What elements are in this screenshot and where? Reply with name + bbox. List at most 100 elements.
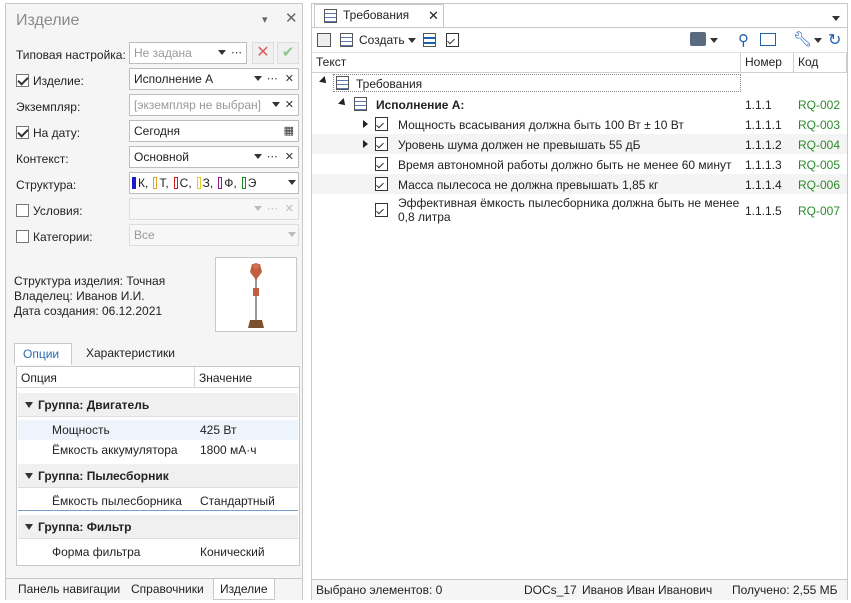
table-row[interactable]: Масса пылесоса не должна превышать 1,85 …	[312, 174, 847, 194]
edit-icon[interactable]	[317, 33, 331, 47]
received-size: Получено: 2,55 МБ	[732, 583, 838, 597]
product-thumbnail	[215, 257, 297, 332]
tab-product[interactable]: Изделие	[213, 579, 275, 600]
col-text[interactable]: Текст	[312, 53, 741, 73]
expand-icon	[363, 140, 368, 148]
requirements-panel: Требования ✕ Создать ⚲ 🔧︎ ↻ Текст Номер …	[311, 3, 848, 600]
table-row[interactable]: Время автономной работы должно быть не м…	[312, 154, 847, 174]
structure-tag-marker	[241, 177, 246, 189]
refresh-icon[interactable]: ↻	[828, 30, 841, 50]
group-row[interactable]: Группа: Пылесборник	[18, 464, 298, 488]
tab-references[interactable]: Справочники	[125, 579, 210, 600]
product-select[interactable]: Исполнение А ⋯ ✕	[129, 68, 299, 90]
structure-tag-marker	[196, 177, 201, 189]
table-row[interactable]: Мощность 425 Вт	[18, 420, 298, 440]
field-label-instance: Экземпляр:	[16, 100, 81, 114]
structure-info: Структура изделия: Точная	[14, 274, 166, 288]
collapse-icon	[25, 402, 33, 408]
conditions-select: ⋯ ✕	[129, 198, 299, 220]
structure-tag: Э	[241, 176, 256, 190]
structure-select[interactable]: К, Т, С, З, Ф, Э	[129, 172, 299, 194]
create-icon[interactable]	[340, 33, 353, 47]
field-label-context: Контекст:	[16, 152, 69, 166]
table-row[interactable]: Мощность всасывания должна быть 100 Вт ±…	[312, 114, 847, 134]
field-label-preset: Типовая настройка:	[16, 48, 126, 62]
panel-title: Изделие	[16, 12, 80, 29]
conditions-checkbox[interactable]	[16, 204, 29, 217]
field-label-date[interactable]: На дату:	[16, 126, 80, 140]
preset-select[interactable]: Не задана ⋯	[129, 42, 247, 64]
wrench-icon[interactable]: 🔧︎	[793, 30, 812, 48]
table-row[interactable]: Эффективная ёмкость пылесборника должна …	[312, 194, 847, 226]
close-tab-icon[interactable]: ✕	[428, 5, 439, 26]
apply-icon[interactable]: ✔	[277, 42, 299, 64]
owner-info: Владелец: Иванов И.И.	[14, 289, 145, 303]
tab-options[interactable]: Опции	[14, 343, 72, 365]
group-icon	[354, 97, 367, 111]
structure-tag: Т,	[153, 176, 169, 190]
check-list-icon[interactable]	[446, 33, 459, 47]
tab-characteristics[interactable]: Характеристики	[78, 343, 183, 365]
collapse-icon	[25, 524, 33, 530]
group-row[interactable]: Группа: Фильтр	[18, 515, 298, 539]
structure-tag-marker	[153, 177, 158, 189]
structure-tag-marker	[173, 177, 178, 189]
selected-count: Выбрано элементов: 0	[316, 583, 443, 597]
structure-tag: З,	[196, 176, 213, 190]
group-row[interactable]: Группа: Двигатель	[18, 393, 298, 417]
context-select[interactable]: Основной ⋯ ✕	[129, 146, 299, 168]
requirement-icon	[375, 157, 388, 171]
create-button[interactable]: Создать	[359, 33, 416, 47]
table-row[interactable]: Ёмкость пылесборника Стандартный	[18, 491, 298, 511]
structure-tag-marker	[132, 177, 136, 189]
date-input[interactable]: Сегодня ▦	[129, 120, 299, 142]
col-number[interactable]: Номер	[741, 53, 794, 73]
pin-icon[interactable]: ▾	[262, 13, 268, 26]
panel-menu-icon[interactable]	[832, 11, 840, 25]
structure-tag: С,	[173, 176, 192, 190]
current-user: Иванов Иван Иванович	[582, 583, 713, 597]
field-label-product[interactable]: Изделие:	[16, 74, 84, 88]
database-name: DOCs_17	[524, 583, 577, 597]
table-row[interactable]: Ёмкость аккумулятора 1800 мА·ч	[18, 440, 298, 460]
expand-icon	[363, 120, 368, 128]
structure-tag-marker	[218, 177, 223, 189]
col-option[interactable]: Опция	[21, 371, 57, 385]
product-checkbox[interactable]	[16, 74, 29, 87]
toolbar: Создать ⚲ 🔧︎ ↻	[312, 27, 847, 53]
requirements-icon	[336, 76, 349, 90]
col-code[interactable]: Код	[794, 53, 847, 73]
tree-group[interactable]: Исполнение А: 1.1.1 RQ-002	[312, 94, 847, 114]
table-row[interactable]: Форма фильтра Конический	[18, 542, 298, 562]
field-label-conditions[interactable]: Условия:	[16, 204, 83, 218]
reset-icon[interactable]: ✕	[252, 42, 274, 64]
close-icon[interactable]: ✕	[285, 9, 298, 27]
structure-icon[interactable]	[423, 33, 436, 47]
view-icon[interactable]	[760, 33, 776, 46]
structure-tag: К,	[132, 176, 148, 190]
collapse-icon	[25, 473, 33, 479]
field-label-categories[interactable]: Категории:	[16, 230, 93, 244]
options-grid: Опция Значение Группа: Двигатель Мощност…	[16, 366, 300, 566]
instance-select[interactable]: [экземпляр не выбран] ✕	[129, 94, 299, 116]
date-checkbox[interactable]	[16, 126, 29, 139]
categories-checkbox[interactable]	[16, 230, 29, 243]
requirements-icon	[324, 9, 337, 23]
tab-navigation-panel[interactable]: Панель навигации	[12, 579, 126, 600]
col-value[interactable]: Значение	[199, 371, 252, 385]
tab-requirements[interactable]: Требования ✕	[314, 4, 444, 27]
categories-select: Все	[129, 224, 299, 246]
table-row[interactable]: Уровень шума должен не превышать 55 дБ 1…	[312, 134, 847, 154]
requirement-icon	[375, 137, 388, 151]
tree-root[interactable]: Требования	[312, 74, 847, 92]
grid-header: Опция Значение	[17, 367, 299, 388]
bottom-tabs: Панель навигации Справочники Изделие	[6, 578, 302, 600]
collapse-icon	[319, 76, 329, 86]
print-icon[interactable]	[690, 32, 706, 46]
product-panel: Изделие ▾ ✕ Типовая настройка: Не задана…	[5, 3, 303, 600]
structure-tag: Ф,	[218, 176, 237, 190]
search-icon[interactable]: ⚲	[738, 31, 749, 49]
field-label-structure: Структура:	[16, 178, 77, 192]
created-info: Дата создания: 06.12.2021	[14, 304, 163, 318]
requirement-icon	[375, 203, 388, 217]
